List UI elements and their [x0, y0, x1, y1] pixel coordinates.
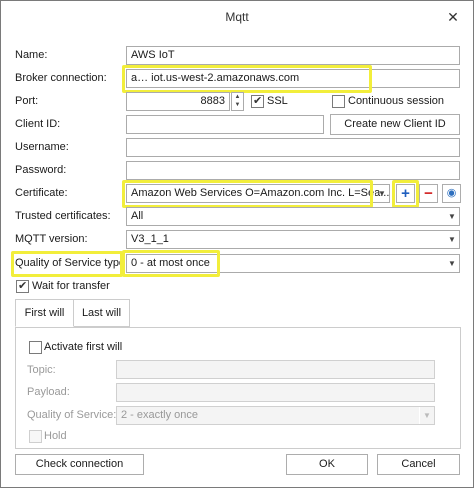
wait-for-transfer-checkbox[interactable] — [16, 279, 29, 293]
payload-label: Payload: — [27, 386, 70, 398]
close-icon[interactable]: ✕ — [443, 7, 463, 27]
chevron-down-icon[interactable]: ▼ — [374, 185, 389, 202]
view-certificate-icon[interactable]: ◉ — [442, 184, 461, 203]
port-label: Port: — [15, 95, 39, 107]
chevron-down-icon[interactable]: ▼ — [444, 255, 459, 272]
first-will-panel: Activate first will Topic: Payload: Qual… — [15, 327, 461, 449]
client-id-input[interactable] — [126, 115, 324, 134]
remove-certificate-icon[interactable]: − — [419, 184, 438, 203]
ssl-checkbox[interactable] — [251, 94, 264, 108]
port-input[interactable]: 8883 — [126, 92, 230, 111]
client-id-label: Client ID: — [15, 118, 61, 130]
spin-down-icon[interactable]: ▼ — [232, 101, 243, 109]
password-label: Password: — [15, 164, 67, 176]
ok-button[interactable]: OK — [286, 454, 368, 475]
username-input[interactable] — [126, 138, 460, 157]
certificate-label: Certificate: — [15, 187, 68, 199]
window-title: Mqtt — [225, 10, 249, 24]
chevron-down-icon[interactable]: ▼ — [444, 208, 459, 225]
chevron-down-icon[interactable]: ▼ — [419, 407, 434, 424]
mqtt-dialog: Mqtt ✕ Name: AWS IoT Broker connection: … — [0, 0, 474, 488]
chevron-down-icon[interactable]: ▼ — [444, 231, 459, 248]
check-connection-button[interactable]: Check connection — [15, 454, 144, 475]
broker-highlight — [122, 65, 372, 93]
wait-for-transfer-label: Wait for transfer — [32, 280, 110, 292]
username-label: Username: — [15, 141, 69, 153]
topic-label: Topic: — [27, 364, 56, 376]
tab-first-will[interactable]: First will — [15, 299, 74, 327]
plus-highlight — [392, 180, 419, 208]
name-input[interactable]: AWS IoT — [126, 46, 460, 65]
name-label: Name: — [15, 49, 48, 61]
trusted-certificates-select[interactable]: All ▼ — [126, 207, 460, 226]
payload-input[interactable] — [116, 383, 435, 402]
mqtt-version-select[interactable]: V3_1_1 ▼ — [126, 230, 460, 249]
title-bar: Mqtt ✕ — [1, 1, 473, 33]
tab-last-will[interactable]: Last will — [73, 299, 130, 327]
continuous-session-label: Continuous session — [348, 95, 445, 107]
qos-label-highlight — [11, 251, 123, 277]
will-qos-label: Quality of Service: — [27, 409, 117, 421]
hold-label: Hold — [44, 430, 67, 442]
cancel-button[interactable]: Cancel — [377, 454, 460, 475]
will-qos-value: 2 - exactly once — [121, 409, 199, 421]
topic-input[interactable] — [116, 360, 435, 379]
continuous-session-checkbox[interactable] — [332, 95, 345, 108]
activate-first-will-label: Activate first will — [44, 341, 123, 353]
hold-checkbox[interactable] — [29, 430, 42, 443]
certificate-highlight — [122, 180, 373, 208]
trusted-certificates-value: All — [131, 210, 144, 222]
will-qos-select[interactable]: 2 - exactly once ▼ — [116, 406, 435, 425]
create-client-id-button[interactable]: Create new Client ID — [330, 114, 460, 135]
broker-label: Broker connection: — [15, 72, 107, 84]
activate-first-will-checkbox[interactable] — [29, 341, 42, 354]
port-spinner[interactable]: ▲ ▼ — [231, 92, 244, 111]
password-input[interactable] — [126, 161, 460, 180]
spin-up-icon[interactable]: ▲ — [232, 93, 243, 101]
mqtt-version-value: V3_1_1 — [131, 233, 169, 245]
mqtt-version-label: MQTT version: — [15, 233, 88, 245]
qos-value-highlight — [122, 250, 220, 277]
ssl-label: SSL — [267, 95, 288, 107]
trusted-certificates-label: Trusted certificates: — [15, 210, 111, 222]
